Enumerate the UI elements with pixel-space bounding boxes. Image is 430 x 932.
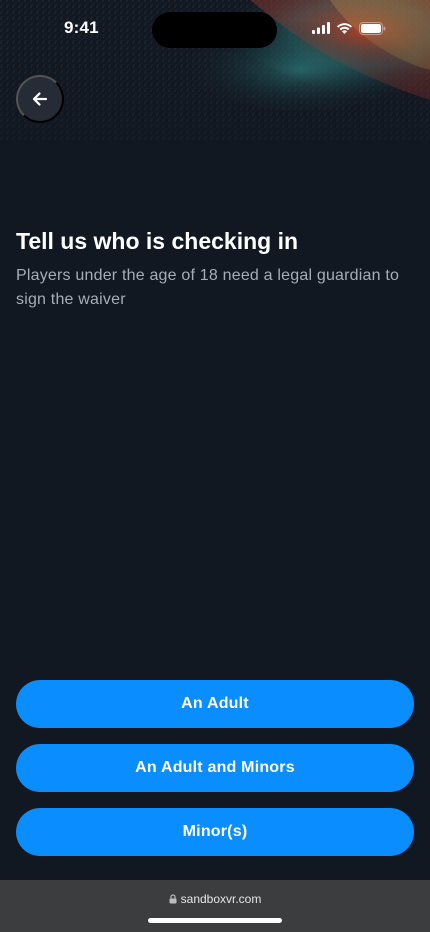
status-icons — [312, 21, 386, 35]
minors-button[interactable]: Minor(s) — [16, 808, 414, 856]
url-display[interactable]: sandboxvr.com — [0, 892, 430, 906]
status-bar: 9:41 — [0, 0, 430, 58]
cellular-signal-icon — [312, 22, 330, 34]
an-adult-button[interactable]: An Adult — [16, 680, 414, 728]
battery-icon — [359, 21, 386, 35]
home-indicator[interactable] — [148, 918, 282, 923]
page-title: Tell us who is checking in — [16, 228, 299, 254]
url-text: sandboxvr.com — [180, 892, 262, 906]
page-subtitle: Players under the age of 18 need a legal… — [16, 267, 400, 308]
dynamic-island — [152, 12, 277, 48]
lock-icon — [169, 894, 177, 904]
status-time: 9:41 — [64, 18, 99, 37]
browser-url-bar[interactable]: sandboxvr.com — [0, 880, 430, 932]
back-button[interactable] — [16, 75, 64, 123]
arrow-left-icon — [32, 92, 48, 106]
wifi-icon — [337, 23, 352, 34]
adult-and-minors-button[interactable]: An Adult and Minors — [16, 744, 414, 792]
